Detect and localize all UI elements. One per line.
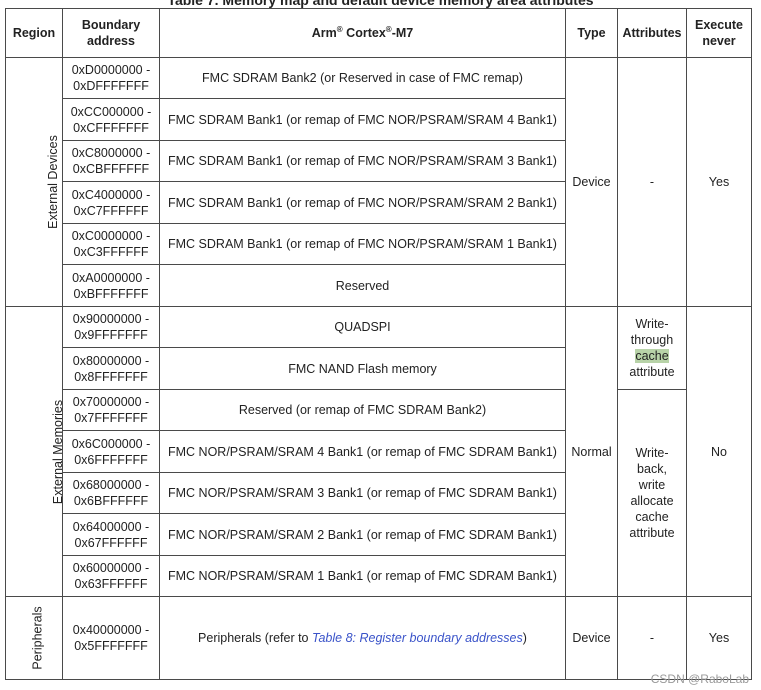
- boundary-address: 0xA0000000 -0xBFFFFFFF: [62, 264, 160, 307]
- header-region: Region: [5, 8, 63, 58]
- attributes-cell: -: [617, 57, 687, 307]
- boundary-address: 0x60000000 -0x63FFFFFF: [62, 555, 160, 597]
- boundary-address: 0xC8000000 -0xCBFFFFFF: [62, 140, 160, 182]
- boundary-address: 0xC0000000 -0xC3FFFFFF: [62, 223, 160, 265]
- table-row: External Memories 0x90000000 -0x9FFFFFFF…: [5, 306, 752, 597]
- header-row: Region Boundary address Arm® Cortex®-M7 …: [5, 8, 752, 58]
- boundary-address: 0xC4000000 -0xC7FFFFFF: [62, 181, 160, 224]
- header-type: Type: [565, 8, 618, 58]
- attributes-write-back: Write- back, write allocate cache attrib…: [617, 389, 687, 597]
- table-caption: Table 7. Memory map and default device m…: [167, 0, 594, 8]
- cortex-mapping: FMC NAND Flash memory: [159, 347, 566, 390]
- table-8-link[interactable]: Table 8: Register boundary addresses: [312, 631, 523, 645]
- boundary-address: 0xD0000000 -0xDFFFFFFF: [62, 57, 160, 99]
- boundary-address: 0x70000000 -0x7FFFFFFF: [62, 389, 160, 431]
- cortex-mapping: Reserved: [159, 264, 566, 307]
- header-cortex: Arm® Cortex®-M7: [159, 8, 566, 58]
- boundary-address: 0x40000000 -0x5FFFFFFF: [62, 596, 160, 680]
- boundary-address: 0x6C000000 -0x6FFFFFFF: [62, 430, 160, 473]
- cortex-mapping: Peripherals (refer to Table 8: Register …: [159, 596, 566, 680]
- boundary-address: 0xCC000000 -0xCFFFFFFF: [62, 98, 160, 141]
- attributes-cell: -: [617, 596, 687, 680]
- type-cell: Normal: [565, 306, 618, 597]
- cortex-mapping: FMC NOR/PSRAM/SRAM 3 Bank1 (or remap of …: [159, 472, 566, 514]
- table-row: Peripherals 0x40000000 -0x5FFFFFFF Perip…: [5, 596, 752, 680]
- cortex-mapping: FMC SDRAM Bank1 (or remap of FMC NOR/PSR…: [159, 181, 566, 224]
- cortex-mapping: QUADSPI: [159, 306, 566, 348]
- cortex-mapping: FMC NOR/PSRAM/SRAM 1 Bank1 (or remap of …: [159, 555, 566, 597]
- cortex-mapping: FMC NOR/PSRAM/SRAM 2 Bank1 (or remap of …: [159, 513, 566, 556]
- watermark: CSDN @RaboLab: [650, 672, 749, 686]
- boundary-address: 0x90000000 -0x9FFFFFFF: [62, 306, 160, 348]
- cortex-mapping: FMC NOR/PSRAM/SRAM 4 Bank1 (or remap of …: [159, 430, 566, 473]
- cortex-mapping: FMC SDRAM Bank1 (or remap of FMC NOR/PSR…: [159, 98, 566, 141]
- table-row: External Devices 0xD0000000 -0xDFFFFFFF …: [5, 57, 752, 307]
- region-external-memories: External Memories: [5, 306, 65, 597]
- execute-never-cell: Yes: [686, 57, 752, 307]
- cortex-mapping: FMC SDRAM Bank1 (or remap of FMC NOR/PSR…: [159, 140, 566, 182]
- type-cell: Device: [565, 596, 618, 680]
- header-execute-never: Execute never: [686, 8, 752, 58]
- boundary-address: 0x80000000 -0x8FFFFFFF: [62, 347, 160, 390]
- type-cell: Device: [565, 57, 618, 307]
- cortex-mapping: Reserved (or remap of FMC SDRAM Bank2): [159, 389, 566, 431]
- memory-map-table: Region Boundary address Arm® Cortex®-M7 …: [5, 8, 752, 680]
- cortex-mapping: FMC SDRAM Bank2 (or Reserved in case of …: [159, 57, 566, 99]
- execute-never-cell: Yes: [686, 596, 752, 680]
- cortex-mapping: FMC SDRAM Bank1 (or remap of FMC NOR/PSR…: [159, 223, 566, 265]
- header-boundary-address: Boundary address: [62, 8, 160, 58]
- boundary-address: 0x68000000 -0x6BFFFFFF: [62, 472, 160, 514]
- region-external-devices: External Devices: [5, 57, 63, 307]
- table-row: 0x70000000 -0x7FFFFFFF Reserved (or rema…: [6, 389, 752, 597]
- header-attributes: Attributes: [617, 8, 687, 58]
- region-peripherals: Peripherals: [5, 596, 63, 680]
- boundary-address: 0x64000000 -0x67FFFFFF: [62, 513, 160, 556]
- highlighted-word: cache: [635, 349, 669, 363]
- attributes-write-through: Write- through cache attribute: [617, 306, 687, 390]
- execute-never-cell: No: [686, 306, 752, 597]
